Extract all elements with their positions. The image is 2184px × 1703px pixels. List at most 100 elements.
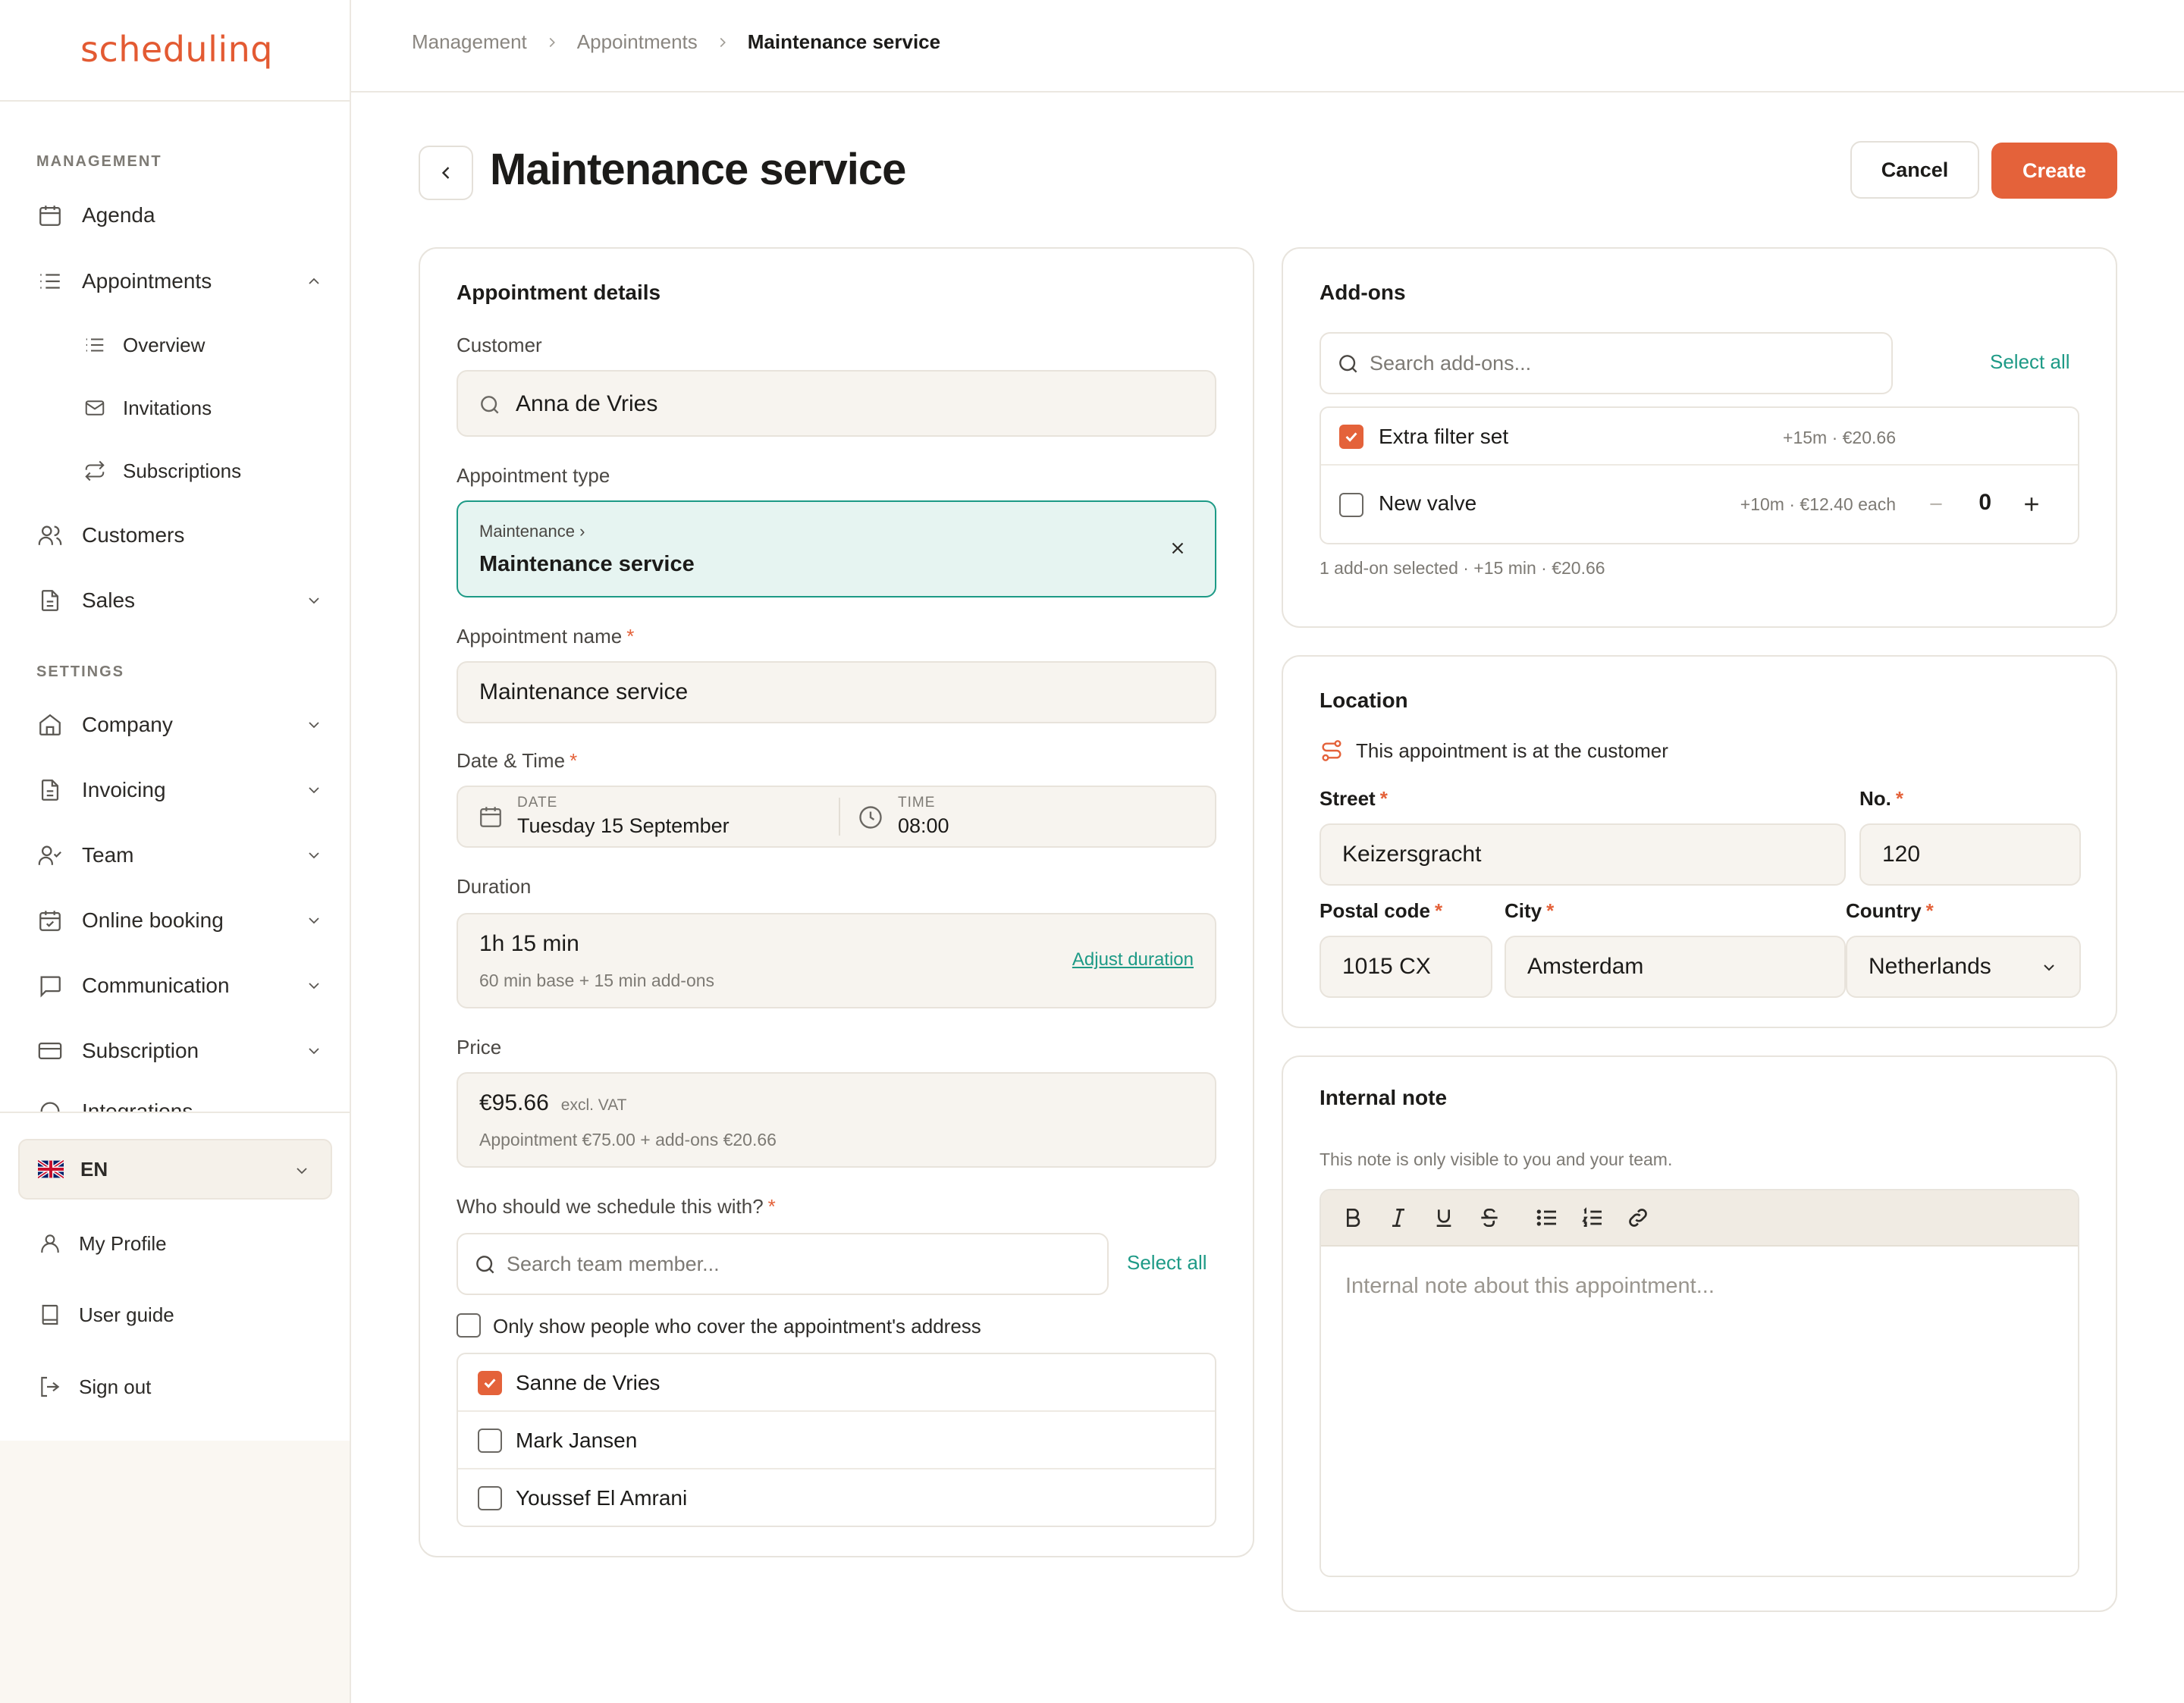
appointment-details-card: Appointment details Customer Anna de Vri… [419,247,1254,1557]
book-icon [35,1300,65,1330]
breadcrumb-item[interactable]: Appointments [577,30,698,54]
location-type-row: This appointment is at the customer [1320,739,1668,763]
create-button[interactable]: Create [1991,143,2117,199]
appointment-name-value: Maintenance service [479,679,689,704]
check-icon [1345,432,1357,442]
label-text: Postal code [1320,899,1430,922]
calendar-check-icon [35,905,65,936]
addons-search-input[interactable]: Search add-ons... [1320,332,1893,394]
sidebar-item-online-booking[interactable]: Online booking [35,897,323,944]
duration-label: Duration [457,875,532,898]
user-check-icon [35,840,65,870]
cancel-button[interactable]: Cancel [1850,141,1979,199]
only-cover-label: Only show people who cover the appointme… [493,1315,981,1338]
page-title: Maintenance service [490,145,906,194]
sidebar-item-label: Subscriptions [123,459,242,482]
addon-checkbox-checked[interactable] [1339,425,1363,449]
only-cover-checkbox-row[interactable]: Only show people who cover the appointme… [457,1310,1139,1341]
breadcrumb-item[interactable]: Management [412,30,527,54]
country-select[interactable]: Netherlands [1846,936,2081,998]
note-textarea[interactable]: Internal note about this appointment... [1321,1247,2078,1576]
sidebar-item-my-profile[interactable]: My Profile [35,1222,167,1265]
users-icon [35,520,65,550]
sidebar-item-label: Appointments [82,269,212,293]
appointment-type-field[interactable]: Maintenance › Maintenance service [457,500,1216,597]
team-row[interactable]: Mark Jansen [458,1412,1215,1469]
duration-field: 1h 15 min 60 min base + 15 min add-ons A… [457,913,1216,1008]
sign-out-icon [35,1372,65,1402]
chevron-down-icon [305,781,323,799]
plus-icon[interactable] [2020,493,2043,516]
addons-search-placeholder: Search add-ons... [1370,352,1532,375]
note-hint: This note is only visible to you and you… [1320,1149,1673,1169]
sidebar-item-label: Customers [82,523,185,547]
sidebar-item-customers[interactable]: Customers [35,512,323,559]
check-icon [484,1378,496,1388]
back-button[interactable] [419,146,473,200]
time-picker[interactable]: TIME 08:00 [840,787,1216,846]
sidebar-item-label: Company [82,713,173,736]
sidebar-item-invoicing[interactable]: Invoicing [35,767,323,814]
price-row: €95.66 excl. VAT [479,1090,627,1116]
street-input[interactable]: Keizersgracht [1320,823,1846,886]
team-checkbox-checked[interactable] [478,1371,502,1395]
duration-sub: 60 min base + 15 min add-ons [479,971,715,990]
select-all-addons-link[interactable]: Select all [1990,350,2070,374]
sidebar-item-company[interactable]: Company [35,701,323,748]
team-checkbox[interactable] [478,1429,502,1453]
sidebar-item-integrations[interactable]: Integrations [35,1095,323,1112]
street-label: Street * [1320,787,1388,811]
sidebar-item-team[interactable]: Team [35,832,323,879]
language-select[interactable]: EN [18,1139,332,1200]
select-all-team-link[interactable]: Select all [1127,1251,1207,1275]
addons-card: Add-ons Search add-ons... Select all Ext… [1282,247,2117,628]
sidebar-item-invitations[interactable]: Invitations [82,384,325,431]
postal-code-input[interactable]: 1015 CX [1320,936,1492,998]
team-row[interactable]: Sanne de Vries [458,1354,1215,1412]
only-cover-checkbox[interactable] [457,1313,481,1338]
minus-icon[interactable] [1926,494,1946,514]
adjust-duration-link[interactable]: Adjust duration [1072,949,1194,971]
numbered-list-icon[interactable] [1580,1206,1605,1230]
sidebar-item-appointments[interactable]: Appointments [35,258,323,305]
label-text: City [1505,899,1542,922]
team-search-input[interactable]: Search team member... [457,1233,1109,1295]
team-checkbox[interactable] [478,1486,502,1510]
sidebar-item-subscriptions[interactable]: Subscriptions [82,447,325,494]
customer-field[interactable]: Anna de Vries [457,370,1216,437]
link-icon[interactable] [1626,1206,1650,1230]
type-parent: Maintenance › [479,522,585,541]
appointment-name-input[interactable]: Maintenance service [457,661,1216,723]
team-member-name: Youssef El Amrani [516,1486,688,1510]
sidebar-item-sales[interactable]: Sales [35,577,323,624]
bullet-list-icon[interactable] [1535,1206,1559,1230]
sidebar-item-communication[interactable]: Communication [35,962,323,1009]
logo[interactable]: schedulinq [80,29,273,70]
bold-icon[interactable] [1341,1206,1365,1230]
close-icon[interactable] [1168,538,1188,558]
location-card: Location This appointment is at the cust… [1282,655,2117,1028]
addon-row[interactable]: Extra filter set +15m · €20.66 [1321,408,2078,466]
underline-icon[interactable] [1432,1206,1456,1230]
date-picker[interactable]: DATE Tuesday 15 September [458,787,839,846]
postal-code-label: Postal code * [1320,899,1442,923]
sidebar-item-user-guide[interactable]: User guide [35,1294,174,1336]
number-input[interactable]: 120 [1859,823,2081,886]
chevron-down-icon [305,977,323,995]
addon-row[interactable]: New valve +10m · €12.40 each 0 [1321,466,2078,543]
strikethrough-icon[interactable] [1477,1206,1502,1230]
no-label: No. * [1859,787,1903,811]
city-input[interactable]: Amsterdam [1505,936,1846,998]
search-icon [478,393,502,417]
team-row[interactable]: Youssef El Amrani [458,1469,1215,1526]
sidebar-item-agenda[interactable]: Agenda [35,192,323,239]
sidebar-item-label: Communication [82,974,230,997]
addon-meta: +15m · €20.66 [1783,428,1896,447]
sidebar-item-sign-out[interactable]: Sign out [35,1366,151,1408]
label-text: No. [1859,787,1891,810]
italic-icon[interactable] [1386,1206,1410,1230]
addon-checkbox[interactable] [1339,493,1363,517]
duration-value: 1h 15 min [479,931,579,956]
sidebar-item-subscription[interactable]: Subscription [35,1027,323,1074]
sidebar-item-overview[interactable]: Overview [82,321,325,369]
